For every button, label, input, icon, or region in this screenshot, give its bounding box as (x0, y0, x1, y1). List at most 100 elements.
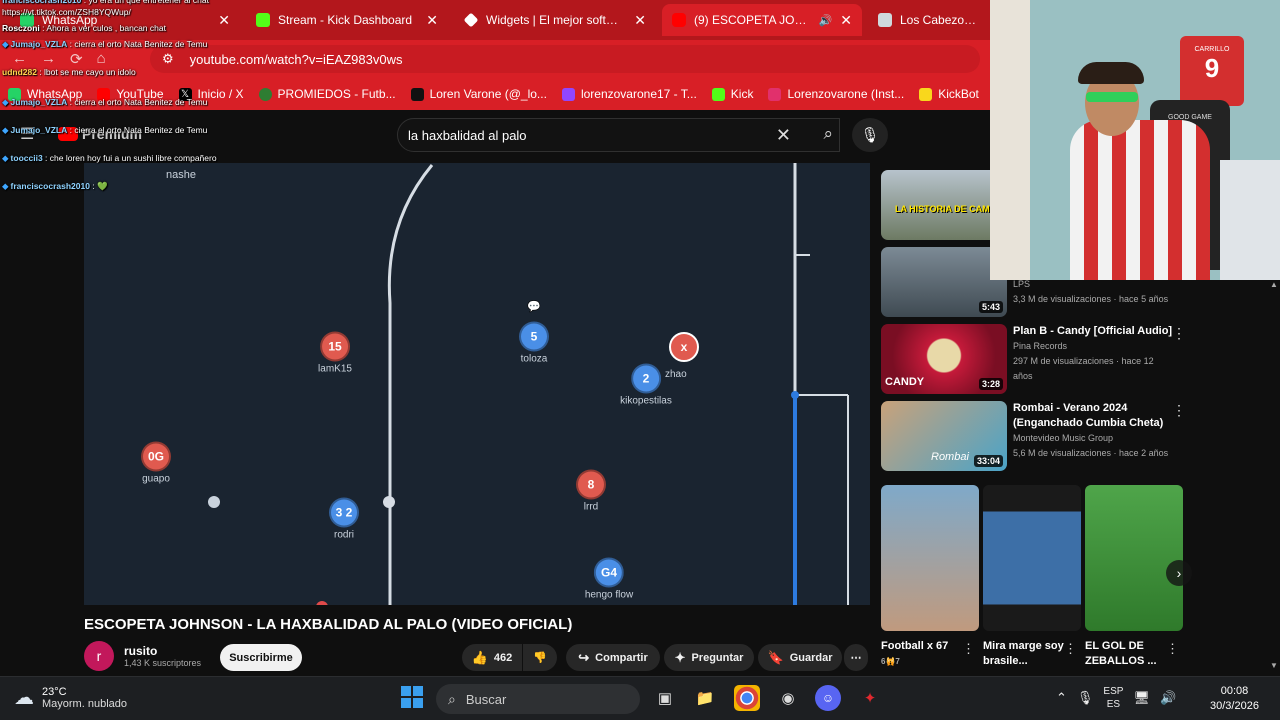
more-icon[interactable]: ⋮ (1064, 641, 1077, 657)
mic-icon[interactable]: 🎙 (852, 118, 888, 152)
short-thumbnail[interactable] (983, 485, 1081, 631)
chat-message: udnd282 : lbot se me cayo un idolo (2, 67, 136, 77)
thumbnail-text: LA HISTORIA DE CAMILA (895, 204, 1005, 214)
language-indicator[interactable]: ESP ES (1103, 685, 1123, 711)
share-button[interactable]: ↪ Compartir (566, 644, 660, 671)
more-icon[interactable]: ⋮ (1172, 402, 1186, 419)
obs-icon[interactable]: ◉ (775, 685, 801, 711)
chevron-right-icon[interactable]: › (1166, 560, 1192, 586)
chrome-icon[interactable] (734, 685, 760, 711)
short-title: Mira marge soy brasile... (983, 640, 1064, 667)
tab-youtube-video[interactable]: (9) ESCOPETA JOHNSON 🔊 ✕ (662, 4, 862, 36)
player-red-x: x (669, 332, 699, 362)
tab-kick-dashboard[interactable]: Stream - Kick Dashboard ✕ (246, 4, 448, 36)
subscribe-button[interactable]: Suscribirme (220, 644, 302, 671)
chat-message: ◆ tooccii3 : che loren hoy fui a un sushi… (2, 153, 217, 163)
video-title: Plan B - Candy [Official Audio] (1013, 325, 1173, 337)
clock[interactable]: 00:08 30/3/2026 (1210, 684, 1259, 714)
badge-icon: ◆ (2, 181, 9, 191)
chat-user: Rosczoni (2, 23, 40, 33)
chat-text: 💚 (97, 181, 108, 191)
tiktok-icon (410, 87, 424, 101)
jersey-number: 9 (1204, 53, 1220, 83)
video-title: ESCOPETA JOHNSON - LA HAXBALIDAD AL PALO… (84, 616, 573, 633)
bookmark-label: lorenzovarone17 - T... (580, 87, 697, 101)
clear-icon[interactable]: ✕ (776, 125, 791, 146)
volume-icon[interactable]: 🔊 (1160, 690, 1176, 706)
jersey-name: CARRILLO (1194, 46, 1230, 53)
bookmark-instagram[interactable]: Lorenzovarone (Inst... (768, 87, 904, 101)
weather-widget[interactable]: ☁ 23°C Mayorm. nublado (14, 685, 127, 710)
dislike-button[interactable]: 👎 (523, 644, 557, 671)
search-input[interactable]: la haxbalidad al palo ✕ ⌕ (397, 118, 840, 152)
video-thumbnail[interactable]: LA HISTORIA DE CAMILA 2 (881, 170, 1007, 240)
bookmark-label: PROMIEDOS - Futb... (277, 87, 396, 101)
network-icon[interactable]: 🖥 (1133, 690, 1150, 706)
chat-text: cierra el orto Nata Benitez de Temu (74, 39, 208, 49)
taskbar-search[interactable]: ⌕ Buscar (436, 684, 640, 714)
taskbar: ☁ 23°C Mayorm. nublado ⌕ Buscar ▣ 📁 ◉ ☺ … (0, 676, 1280, 720)
bookmark-kickbot[interactable]: KickBot (919, 87, 979, 101)
bookmark-promiedos[interactable]: PROMIEDOS - Futb... (258, 87, 396, 101)
windows-start-icon[interactable] (400, 685, 424, 709)
more-icon[interactable]: ⋮ (1166, 641, 1179, 657)
more-icon: ⋯ (850, 652, 862, 664)
short-thumbnail[interactable] (881, 485, 979, 631)
channel-name[interactable]: rusito (124, 644, 201, 658)
tab-label: Los Cabezones: Co (900, 13, 980, 27)
search-icon[interactable]: ⌕ (823, 124, 833, 144)
more-icon[interactable]: ⋮ (1172, 325, 1186, 342)
kickbot-icon (919, 87, 933, 101)
player-blue-5: 5 toloza (519, 321, 549, 365)
bookmark-twitch[interactable]: lorenzovarone17 - T... (561, 87, 697, 101)
app-icon[interactable]: ✦ (857, 685, 883, 711)
chevron-up-icon[interactable]: ⌃ (1056, 690, 1067, 706)
door-frame (990, 0, 1030, 280)
video-thumbnail[interactable]: Rombai 33:04 (881, 401, 1007, 471)
player-name: rodri (333, 529, 354, 541)
player-number: 15 (320, 331, 350, 362)
keyboard-code: ES (1106, 699, 1121, 710)
wall-jersey: CARRILLO 9 (1180, 36, 1244, 106)
tab-los-cabezones[interactable]: Los Cabezones: Co (868, 4, 990, 36)
tab-label: (9) ESCOPETA JOHNSON (694, 13, 813, 27)
player-number: 8 (576, 469, 606, 500)
like-button[interactable]: 👍 462 (462, 644, 522, 671)
close-tab-icon[interactable]: ✕ (634, 12, 646, 29)
bookmark-tiktok[interactable]: Loren Varone (@_lo... (410, 87, 547, 101)
tab-label: Widgets | El mejor software p (486, 13, 627, 27)
task-view-icon[interactable]: ▣ (652, 685, 678, 711)
chat-message: ◆ Jumajo_VZLA : cierra el orto Nata Benit… (2, 39, 208, 49)
ask-label: Preguntar (691, 651, 744, 664)
discord-icon[interactable]: ☺ (815, 685, 841, 711)
mic-icon[interactable]: 🎙 (1077, 690, 1094, 706)
address-bar[interactable]: ⚙ youtube.com/watch?v=iEAZ983v0ws (150, 45, 980, 73)
close-tab-icon[interactable]: ✕ (840, 12, 852, 29)
close-tab-icon[interactable]: ✕ (426, 12, 438, 29)
video-player[interactable]: nashe 💬 15 lamK15 5 toloza x 2 kikopestilas… (84, 163, 870, 605)
save-label: Guardar (789, 651, 833, 664)
player-number: 2 (630, 363, 661, 394)
video-thumbnail[interactable]: CANDY 3:28 (881, 324, 1007, 394)
more-icon[interactable]: ⋮ (962, 641, 975, 657)
ask-button[interactable]: ✦ Preguntar (664, 644, 754, 671)
chat-user: tooccii3 (10, 153, 43, 163)
short-title: EL GOL DE ZEBALLOS ... (1085, 640, 1157, 667)
channel-info[interactable]: r rusito 1,43 K suscriptores (84, 641, 201, 671)
video-thumbnail[interactable]: 5:43 (881, 247, 1007, 317)
thumbs-up-icon: 👍 (471, 649, 488, 665)
speaker-icon[interactable]: 🔊 (819, 14, 833, 27)
chat-user: udnd282 (2, 67, 37, 77)
short-thumbnail[interactable] (1085, 485, 1183, 631)
chat-user: franciscocrash2010 (2, 0, 82, 5)
thumbs-down-icon: 👎 (533, 652, 547, 664)
video-meta: 5,6 M de visualizaciones · hace 2 años (1013, 448, 1169, 458)
bookmark-kick[interactable]: Kick (711, 87, 753, 101)
thumbnail-text: Rombai (931, 451, 969, 463)
channel-avatar[interactable]: r (84, 641, 114, 671)
save-button[interactable]: 🔖 Guardar (758, 644, 842, 671)
tab-widgets[interactable]: Widgets | El mejor software p ✕ (454, 4, 656, 36)
more-actions-button[interactable]: ⋯ (844, 644, 868, 671)
file-explorer-icon[interactable]: 📁 (692, 685, 718, 711)
scrollbar[interactable]: ▲ ▼ (1270, 280, 1278, 670)
